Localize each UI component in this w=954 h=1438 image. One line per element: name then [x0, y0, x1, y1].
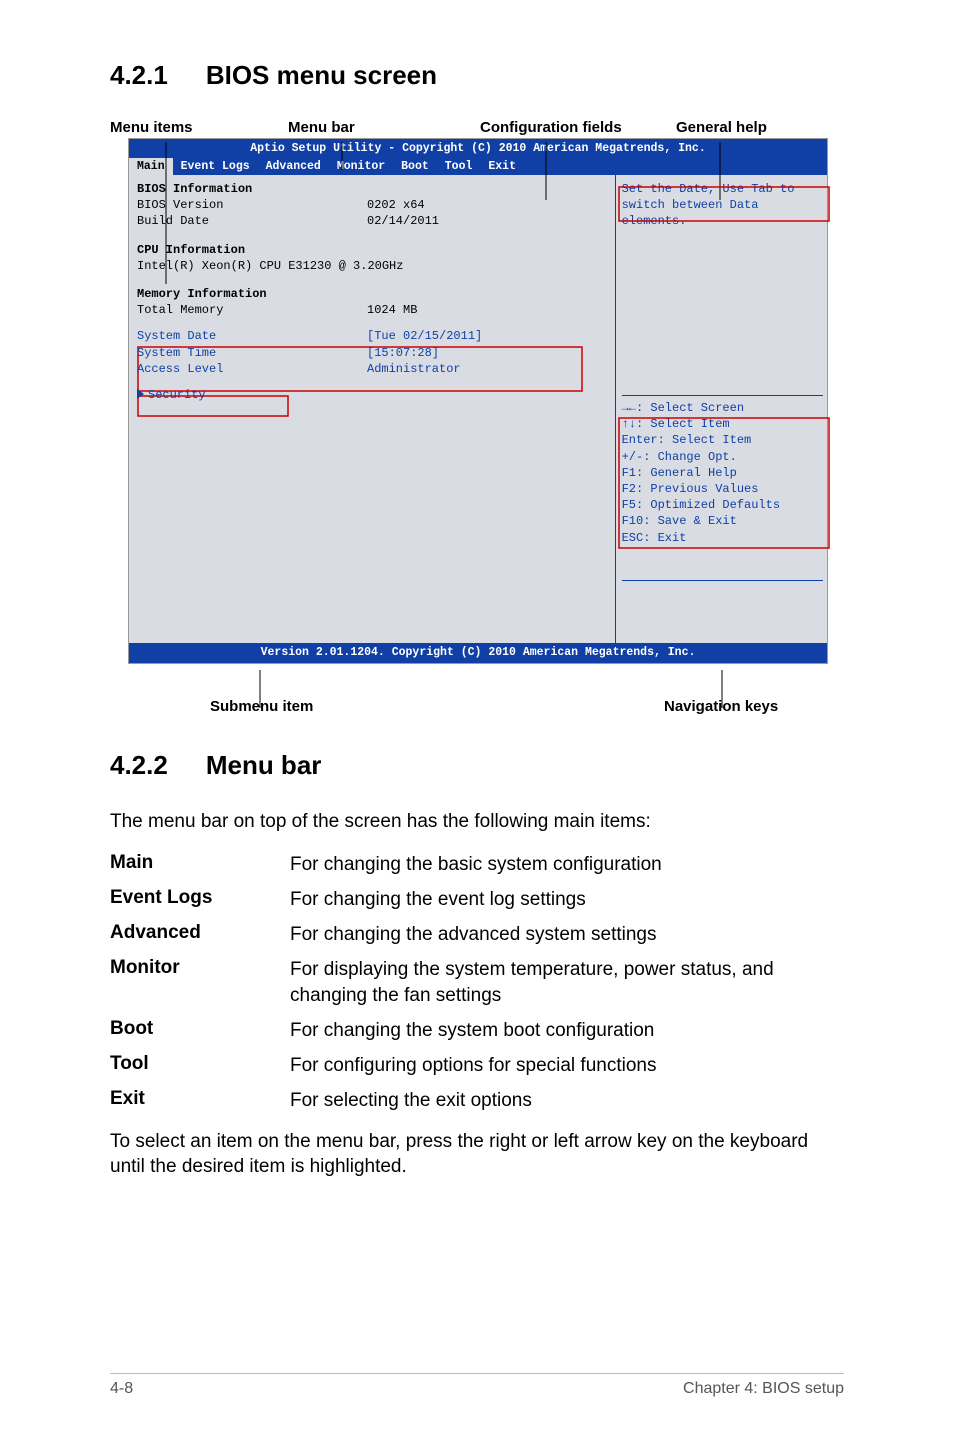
- build-date-value: 02/14/2011: [367, 213, 439, 229]
- bios-right-divider-2: [622, 580, 823, 581]
- def-monitor-desc: For displaying the system temperature, p…: [290, 957, 844, 1007]
- bios-header-title: Aptio Setup Utility - Copyright (C) 2010…: [129, 140, 827, 158]
- page-footer: 4-8 Chapter 4: BIOS setup: [110, 1373, 844, 1398]
- bios-version-value: 0202 x64: [367, 197, 425, 213]
- def-eventlogs-term: Event Logs: [110, 887, 290, 912]
- label-config-fields: Configuration fields: [480, 119, 676, 136]
- nav-k6: F2: Previous Values: [622, 481, 823, 497]
- system-time-value[interactable]: [15:07:28]: [367, 345, 439, 361]
- bios-left-panel: BIOS Information BIOS Version0202 x64 Bu…: [129, 175, 616, 643]
- security-submenu[interactable]: Security: [137, 387, 611, 403]
- def-boot: Boot For changing the system boot config…: [110, 1018, 844, 1043]
- def-monitor: Monitor For displaying the system temper…: [110, 957, 844, 1007]
- label-menu-bar: Menu bar: [288, 119, 480, 136]
- bios-tab-monitor[interactable]: Monitor: [329, 158, 393, 176]
- bios-right-divider: [622, 395, 823, 396]
- bios-menu-bar: Main Event Logs Advanced Monitor Boot To…: [129, 158, 827, 176]
- def-exit: Exit For selecting the exit options: [110, 1088, 844, 1113]
- def-main-term: Main: [110, 852, 290, 877]
- def-tool-desc: For configuring options for special func…: [290, 1053, 844, 1078]
- bios-nav-keys: →←: Select Screen ↑↓: Select Item Enter:…: [622, 400, 823, 578]
- def-tool-term: Tool: [110, 1053, 290, 1078]
- outro-text: To select an item on the menu bar, press…: [110, 1129, 844, 1180]
- def-advanced-desc: For changing the advanced system setting…: [290, 922, 844, 947]
- def-eventlogs: Event Logs For changing the event log se…: [110, 887, 844, 912]
- system-time-label[interactable]: System Time: [137, 345, 367, 361]
- label-submenu-item: Submenu item: [210, 698, 313, 715]
- section-num-1: 4.2.1: [110, 60, 168, 90]
- system-date-value[interactable]: [Tue 02/15/2011]: [367, 328, 482, 344]
- label-navigation-keys: Navigation keys: [664, 698, 778, 715]
- bios-tab-boot[interactable]: Boot: [393, 158, 437, 176]
- bios-tab-advanced[interactable]: Advanced: [258, 158, 329, 176]
- def-boot-term: Boot: [110, 1018, 290, 1043]
- section-heading-1: 4.2.1 BIOS menu screen: [110, 60, 844, 91]
- nav-k5: F1: General Help: [622, 465, 823, 481]
- access-level-value: Administrator: [367, 361, 461, 377]
- bios-screen: Aptio Setup Utility - Copyright (C) 2010…: [128, 138, 828, 664]
- annotation-row-top: Menu items Menu bar Configuration fields…: [110, 119, 844, 136]
- label-general-help: General help: [676, 119, 767, 136]
- section-title-1: BIOS menu screen: [206, 60, 437, 90]
- bios-version-label: BIOS Version: [137, 197, 367, 213]
- nav-k1: →←: Select Screen: [622, 400, 823, 416]
- annotation-row-bottom: Submenu item Navigation keys: [110, 664, 844, 722]
- section-heading-2: 4.2.2 Menu bar: [110, 750, 844, 781]
- nav-k9: ESC: Exit: [622, 530, 823, 546]
- def-exit-desc: For selecting the exit options: [290, 1088, 844, 1113]
- security-label: Security: [148, 388, 206, 402]
- def-boot-desc: For changing the system boot configurati…: [290, 1018, 844, 1043]
- total-mem-value: 1024 MB: [367, 302, 417, 318]
- nav-k7: F5: Optimized Defaults: [622, 497, 823, 513]
- def-main: Main For changing the basic system confi…: [110, 852, 844, 877]
- intro-text: The menu bar on top of the screen has th…: [110, 809, 844, 835]
- mem-info-header: Memory Information: [137, 286, 367, 302]
- def-tool: Tool For configuring options for special…: [110, 1053, 844, 1078]
- nav-k4: +/-: Change Opt.: [622, 449, 823, 465]
- access-level-label: Access Level: [137, 361, 367, 377]
- total-mem-label: Total Memory: [137, 302, 367, 318]
- bios-tab-exit[interactable]: Exit: [480, 158, 524, 176]
- def-eventlogs-desc: For changing the event log settings: [290, 887, 844, 912]
- bios-header: Aptio Setup Utility - Copyright (C) 2010…: [129, 139, 827, 175]
- label-menu-items: Menu items: [110, 119, 288, 136]
- bios-right-panel: Set the Date, Use Tab to switch between …: [616, 175, 827, 643]
- menu-definitions: Main For changing the basic system confi…: [110, 852, 844, 1113]
- def-monitor-term: Monitor: [110, 957, 290, 1007]
- def-main-desc: For changing the basic system configurat…: [290, 852, 844, 877]
- chapter-label: Chapter 4: BIOS setup: [683, 1380, 844, 1398]
- nav-k2: ↑↓: Select Item: [622, 416, 823, 432]
- def-advanced: Advanced For changing the advanced syste…: [110, 922, 844, 947]
- page-number: 4-8: [110, 1380, 133, 1398]
- bios-body: BIOS Information BIOS Version0202 x64 Bu…: [129, 175, 827, 643]
- bios-info-header: BIOS Information: [137, 181, 367, 197]
- bios-tab-eventlogs[interactable]: Event Logs: [173, 158, 258, 176]
- help-line-1: Set the Date, Use Tab to: [622, 181, 823, 197]
- nav-k3: Enter: Select Item: [622, 432, 823, 448]
- bios-tab-main[interactable]: Main: [129, 158, 173, 176]
- section-title-2: Menu bar: [206, 750, 322, 780]
- system-date-label[interactable]: System Date: [137, 328, 367, 344]
- def-advanced-term: Advanced: [110, 922, 290, 947]
- cpu-info-header: CPU Information: [137, 242, 367, 258]
- nav-k8: F10: Save & Exit: [622, 513, 823, 529]
- help-line-2: switch between Data elements.: [622, 197, 823, 229]
- bios-help-text: Set the Date, Use Tab to switch between …: [622, 181, 823, 393]
- bios-footer: Version 2.01.1204. Copyright (C) 2010 Am…: [129, 643, 827, 663]
- def-exit-term: Exit: [110, 1088, 290, 1113]
- build-date-label: Build Date: [137, 213, 367, 229]
- section-num-2: 4.2.2: [110, 750, 168, 780]
- bios-tab-tool[interactable]: Tool: [437, 158, 481, 176]
- cpu-line: Intel(R) Xeon(R) CPU E31230 @ 3.20GHz: [137, 258, 403, 274]
- submenu-arrow-icon: [137, 389, 144, 399]
